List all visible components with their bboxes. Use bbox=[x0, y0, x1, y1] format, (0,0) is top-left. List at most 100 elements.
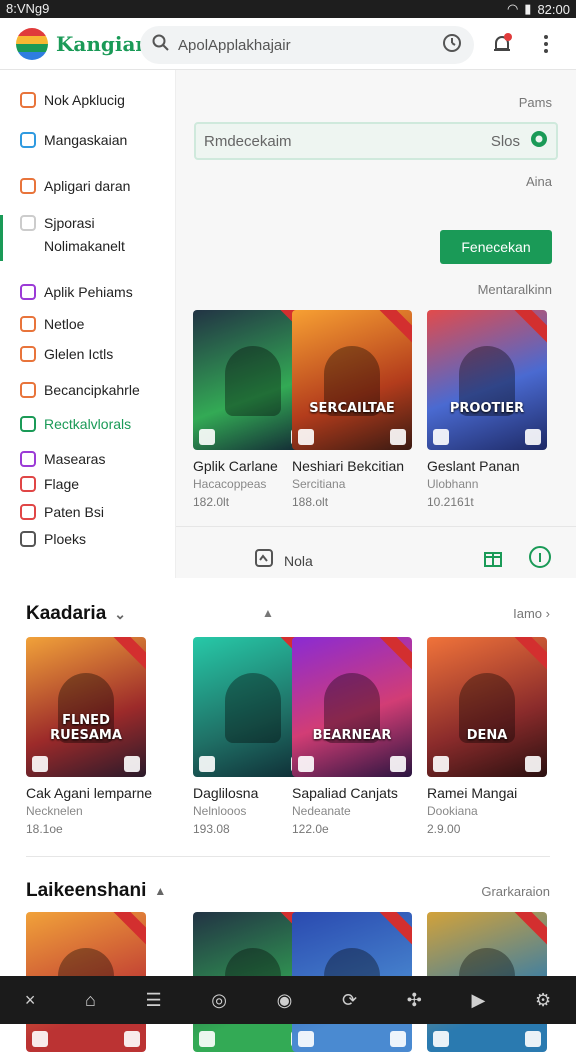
app-subtitle: Ulobhann bbox=[427, 477, 479, 491]
sidebar-item-label: Netloe bbox=[44, 316, 85, 332]
app-title: Ramei Mangai bbox=[427, 785, 518, 801]
sidebar-item-icon bbox=[20, 476, 36, 492]
list-icon[interactable]: ☰ bbox=[145, 990, 161, 1011]
app-cover-image[interactable]: BEARNEAR bbox=[292, 637, 412, 777]
wifi-icon: ◠ bbox=[506, 1, 519, 16]
platform-icon bbox=[433, 756, 449, 772]
app-card[interactable]: SERCAILTAE Neshiari Bekcitian Sercitiana 18… bbox=[292, 310, 412, 509]
section-link-label[interactable]: Iamo bbox=[513, 606, 542, 621]
divider bbox=[26, 856, 550, 857]
sidebar-item[interactable]: Sjporasi bbox=[20, 215, 95, 231]
app-cover-image[interactable]: DENA bbox=[427, 637, 547, 777]
sidebar-item[interactable]: Mangaskaian bbox=[20, 132, 127, 148]
settings-icon[interactable]: ⚙ bbox=[535, 990, 551, 1011]
platform-icon bbox=[199, 1031, 215, 1047]
sidebar-item[interactable]: Netloe bbox=[20, 316, 84, 332]
sidebar-item-icon bbox=[20, 346, 36, 362]
close-icon[interactable]: × bbox=[25, 990, 36, 1011]
app-cover-image[interactable]: PROOTIER bbox=[427, 310, 547, 450]
section-link[interactable]: Grarkaraion bbox=[481, 884, 550, 899]
sidebar-item-icon bbox=[20, 215, 36, 231]
sidebar-item-label: Becancipkahrle bbox=[44, 382, 140, 398]
primary-action-button[interactable]: Fenecekan bbox=[440, 230, 552, 264]
caret-up-icon[interactable]: ▲ bbox=[262, 606, 274, 620]
gift-icon[interactable] bbox=[482, 546, 504, 573]
sidebar-item-label: Nolimakanelt bbox=[44, 238, 125, 254]
search-bar[interactable]: ApolApplakhajair bbox=[140, 26, 474, 64]
section-laikeenshani[interactable]: Laikeenshani ▲ bbox=[26, 880, 166, 902]
sidebar-item-label: Rectkalvlorals bbox=[44, 416, 132, 432]
app-card[interactable]: BEARNEAR Sapaliad Canjats Nedeanate 122.0e bbox=[292, 637, 412, 836]
rating-icon bbox=[390, 756, 406, 772]
side-menu: Nok Apklucig Mangaskaian Apligari daran Sjp… bbox=[0, 70, 176, 578]
app-card[interactable]: FLNED RUESAMA Cak Agani lemparne Necknelen… bbox=[26, 637, 152, 836]
more-options-icon[interactable] bbox=[532, 30, 560, 58]
sidebar-item[interactable]: Aplik Pehiams bbox=[20, 284, 133, 300]
app-cover-image[interactable]: FLNED RUESAMA bbox=[26, 637, 146, 777]
sidebar-item[interactable]: Flage bbox=[20, 476, 79, 492]
filter-text[interactable]: Rmdecekaim bbox=[204, 133, 491, 150]
sidebar-item[interactable]: Masearas bbox=[20, 451, 105, 467]
app-meta: 188.olt bbox=[292, 495, 329, 509]
caret-up-icon[interactable]: ▲ bbox=[154, 884, 166, 898]
sidebar-item[interactable]: Becancipkahrle bbox=[20, 382, 140, 398]
chevron-down-icon[interactable]: ⌄ bbox=[114, 606, 126, 623]
people-icon[interactable]: ✣ bbox=[407, 990, 422, 1011]
cover-caption: SERCAILTAE bbox=[309, 401, 395, 416]
sidebar-item-icon bbox=[20, 178, 36, 194]
active-indicator bbox=[0, 215, 3, 261]
sidebar-item-icon bbox=[20, 132, 36, 148]
cover-caption: FLNED RUESAMA bbox=[50, 713, 122, 743]
section-link[interactable]: Iamo › bbox=[513, 606, 550, 621]
app-meta: 122.0e bbox=[292, 822, 329, 836]
app-subtitle: Sercitiana bbox=[292, 477, 346, 491]
more-label[interactable]: Nola bbox=[284, 553, 313, 569]
section-kaadaria[interactable]: Kaadaria ⌄ bbox=[26, 603, 126, 625]
notifications-bell-icon[interactable] bbox=[488, 30, 516, 58]
filter-field[interactable]: Rmdecekaim Slos bbox=[194, 122, 558, 160]
aina-label: Aina bbox=[525, 174, 552, 189]
game-icon[interactable]: ◎ bbox=[211, 990, 227, 1011]
app-card[interactable]: DENA Ramei Mangai Dookiana 2.9.00 bbox=[427, 637, 547, 836]
platform-icon bbox=[433, 429, 449, 445]
check-circle-icon[interactable] bbox=[530, 130, 548, 152]
app-meta: 10.2161t bbox=[427, 495, 474, 509]
top-right-label: Pams bbox=[518, 95, 552, 110]
badge-ribbon bbox=[513, 637, 547, 671]
badge-ribbon bbox=[513, 310, 547, 344]
badge-ribbon bbox=[378, 637, 412, 671]
badge-ribbon bbox=[513, 912, 547, 946]
badge-ribbon bbox=[112, 912, 146, 946]
sidebar-item-label: Mangaskaian bbox=[44, 132, 128, 148]
sidebar-item[interactable]: Glelen Ictls bbox=[20, 346, 113, 362]
sidebar-item-label: Sjporasi bbox=[44, 215, 95, 231]
search-input[interactable]: ApolApplakhajair bbox=[178, 37, 434, 54]
sidebar-item[interactable]: Nolimakanelt bbox=[20, 238, 125, 254]
home-icon[interactable]: ⌂ bbox=[85, 990, 96, 1011]
info-icon[interactable] bbox=[528, 545, 552, 574]
app-card[interactable]: PROOTIER Geslant Panan Ulobhann 10.2161t bbox=[427, 310, 547, 509]
top-app-bar: Kangiar ApolApplakhajair bbox=[0, 18, 576, 70]
sidebar-item[interactable]: Rectkalvlorals bbox=[20, 416, 131, 432]
sidebar-item[interactable]: Apligari daran bbox=[20, 178, 130, 194]
app-cover-image[interactable]: SERCAILTAE bbox=[292, 310, 412, 450]
rating-icon bbox=[124, 756, 140, 772]
section-title: Kaadaria bbox=[26, 603, 107, 624]
play-icon[interactable]: ▶ bbox=[471, 990, 485, 1011]
platform-icon bbox=[298, 756, 314, 772]
clock-icon[interactable]: ◉ bbox=[277, 990, 293, 1011]
character-figure bbox=[225, 673, 281, 743]
app-title: Geslant Panan bbox=[427, 458, 520, 474]
battery-icon: ▮ bbox=[524, 1, 532, 16]
more-row[interactable]: Nola bbox=[254, 548, 313, 573]
app-subtitle: Dookiana bbox=[427, 804, 478, 818]
sidebar-item[interactable]: Ploeks bbox=[20, 531, 86, 547]
refresh-icon[interactable]: ⟳ bbox=[342, 990, 357, 1011]
sidebar-item[interactable]: Paten Bsi bbox=[20, 504, 104, 520]
badge-ribbon bbox=[378, 310, 412, 344]
cover-caption: DENA bbox=[466, 728, 508, 743]
clock-icon[interactable] bbox=[442, 33, 462, 58]
sidebar-item[interactable]: Nok Apklucig bbox=[20, 92, 125, 108]
badge-ribbon bbox=[378, 912, 412, 946]
chevron-right-icon[interactable]: › bbox=[546, 606, 550, 621]
